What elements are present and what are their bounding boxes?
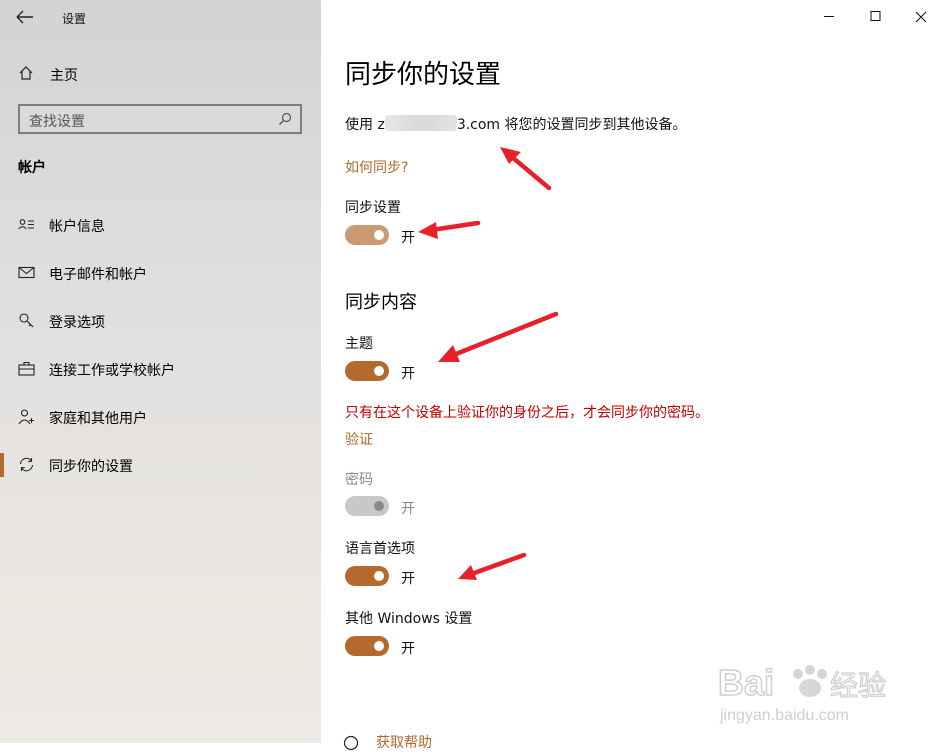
description-suffix: 3.com 将您的设置同步到其他设备。 xyxy=(456,117,687,133)
sidebar-item-label: 连接工作或学校帐户 xyxy=(49,363,175,379)
theme-label: 主题 xyxy=(345,336,373,352)
sidebar-item-email[interactable]: 电子邮件和帐户 xyxy=(0,259,321,287)
language-state: 开 xyxy=(401,571,415,587)
sidebar-item-label: 登录选项 xyxy=(49,315,105,331)
search-icon[interactable] xyxy=(278,112,292,126)
svg-text:Bai: Bai xyxy=(718,662,774,703)
sync-settings-label: 同步设置 xyxy=(345,200,401,216)
account-info-icon xyxy=(18,219,34,230)
password-warning: 只有在这个设备上验证你的身份之后，才会同步你的密码。 xyxy=(345,405,709,421)
sidebar-item-label: 帐户信息 xyxy=(49,219,105,235)
sync-settings-toggle[interactable] xyxy=(345,225,389,245)
how-sync-link[interactable]: 如何同步? xyxy=(345,157,408,177)
home-icon xyxy=(19,66,33,80)
password-state: 开 xyxy=(401,501,415,517)
app-title: 设置 xyxy=(62,12,87,26)
theme-toggle[interactable] xyxy=(345,361,389,381)
help-icon xyxy=(343,735,359,751)
back-arrow-icon[interactable] xyxy=(14,8,36,26)
sidebar-item-label: 同步你的设置 xyxy=(49,459,133,475)
sidebar: 设置 主页 查找设置 帐户 帐户信息 电子邮件和帐户 登录选项 连接工作或学校帐… xyxy=(0,0,321,743)
paw-icon xyxy=(793,665,827,697)
baidu-watermark: Bai 经验 jingyan.baidu.com xyxy=(718,661,887,724)
svg-text:经验: 经验 xyxy=(830,669,886,702)
sidebar-item-sync[interactable]: 同步你的设置 xyxy=(0,451,321,479)
password-toggle xyxy=(345,496,389,516)
svg-text:jingyan.baidu.com: jingyan.baidu.com xyxy=(719,707,849,724)
home-nav[interactable]: 主页 xyxy=(0,62,321,86)
title-bar: 设置 xyxy=(0,0,321,34)
toggle-knob xyxy=(374,366,384,376)
toggle-knob xyxy=(374,571,384,581)
sidebar-item-family[interactable]: 家庭和其他用户 xyxy=(0,403,321,431)
mail-icon xyxy=(18,266,35,279)
sync-content-title: 同步内容 xyxy=(345,292,417,313)
search-placeholder: 查找设置 xyxy=(29,114,85,130)
sidebar-item-account-info[interactable]: 帐户信息 xyxy=(0,211,321,239)
sync-settings-state: 开 xyxy=(401,230,415,246)
sidebar-item-signin-options[interactable]: 登录选项 xyxy=(0,307,321,335)
redacted-email xyxy=(384,115,457,131)
main-content: 同步你的设置 使用 z 3.com 将您的设置同步到其他设备。 如何同步? 同步设… xyxy=(321,0,939,751)
description-prefix: 使用 z xyxy=(345,117,385,133)
other-windows-label: 其他 Windows 设置 xyxy=(345,611,473,627)
briefcase-icon xyxy=(18,361,35,376)
page-title: 同步你的设置 xyxy=(345,60,502,90)
toggle-knob xyxy=(374,641,384,651)
section-title: 帐户 xyxy=(18,160,46,176)
home-label: 主页 xyxy=(50,68,78,84)
theme-state: 开 xyxy=(401,366,415,382)
toggle-knob xyxy=(374,230,384,240)
key-icon xyxy=(19,313,34,328)
sync-description: 使用 z 3.com 将您的设置同步到其他设备。 xyxy=(345,114,687,134)
sync-icon xyxy=(19,457,34,472)
sidebar-item-label: 家庭和其他用户 xyxy=(49,411,147,427)
other-windows-toggle[interactable] xyxy=(345,636,389,656)
get-help-link[interactable]: 获取帮助 xyxy=(376,732,432,752)
password-label: 密码 xyxy=(345,472,373,488)
person-add-icon xyxy=(18,409,34,425)
verify-link[interactable]: 验证 xyxy=(345,429,373,449)
language-toggle[interactable] xyxy=(345,566,389,586)
sidebar-item-work-school[interactable]: 连接工作或学校帐户 xyxy=(0,355,321,383)
language-label: 语言首选项 xyxy=(345,541,415,557)
toggle-knob xyxy=(374,501,384,511)
other-windows-state: 开 xyxy=(401,641,415,657)
search-input[interactable]: 查找设置 xyxy=(18,104,302,134)
sidebar-item-label: 电子邮件和帐户 xyxy=(49,267,147,283)
